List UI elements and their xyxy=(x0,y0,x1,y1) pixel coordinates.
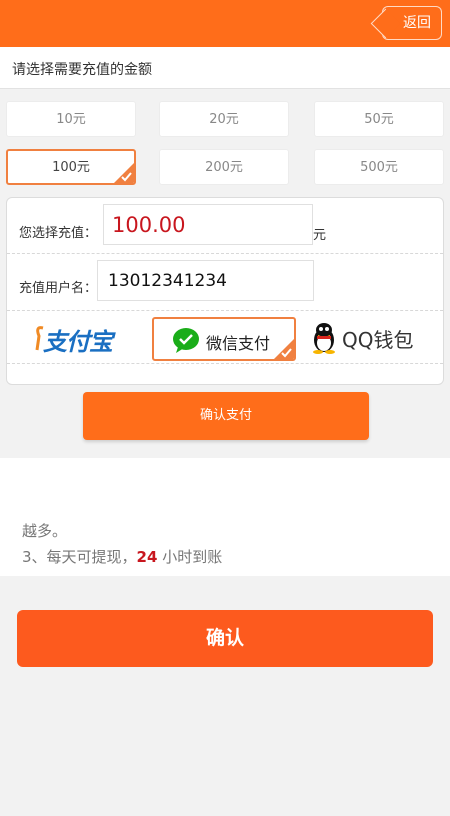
qq-wallet-option[interactable]: QQ钱包 xyxy=(305,316,437,360)
amount-option-label: 500元 xyxy=(360,160,398,175)
info-text-line: 3、每天可提现，24 小时到账 xyxy=(22,546,222,567)
amount-option-50[interactable]: 50元 xyxy=(314,101,444,137)
amount-field[interactable]: 100.00 xyxy=(103,204,313,245)
info-highlight-number: 24 xyxy=(136,548,158,566)
confirm-payment-button[interactable]: 确认支付 xyxy=(83,392,369,440)
divider xyxy=(7,253,443,254)
divider xyxy=(7,363,443,364)
confirm-button[interactable]: 确认 xyxy=(17,610,433,667)
amount-option-10[interactable]: 10元 xyxy=(6,101,136,137)
amount-option-label: 100元 xyxy=(52,160,90,175)
wechat-pay-option[interactable]: 微信支付 xyxy=(152,317,296,361)
user-label: 充值用户名： xyxy=(19,281,98,296)
top-bar: 返回 xyxy=(0,0,450,47)
qq-penguin-icon xyxy=(313,323,335,354)
amount-unit: 元 xyxy=(313,228,327,243)
amount-option-200[interactable]: 200元 xyxy=(159,149,289,185)
amount-option-100[interactable]: 100元 xyxy=(6,149,136,185)
back-button[interactable]: 返回 xyxy=(382,6,442,40)
info-panel: 越多。 3、每天可提现，24 小时到账 xyxy=(0,458,450,576)
amount-options: 10元 20元 50元 100元 200元 500元 xyxy=(0,89,450,199)
alipay-label: 支付宝 xyxy=(43,328,113,356)
amount-option-label: 50元 xyxy=(364,112,394,127)
info-text-line: 越多。 xyxy=(22,522,68,540)
amount-option-500[interactable]: 500元 xyxy=(314,149,444,185)
amount-section-title: 请选择需要充值的金额 xyxy=(0,47,450,89)
amount-option-20[interactable]: 20元 xyxy=(159,101,289,137)
username-field[interactable]: 13012341234 xyxy=(97,260,314,301)
wechat-icon xyxy=(173,328,199,353)
check-icon xyxy=(274,339,294,359)
amount-option-label: 20元 xyxy=(209,112,239,127)
recharge-form: 您选择充值： 100.00 元 充值用户名： 13012341234 支付宝 微… xyxy=(6,197,444,385)
amount-option-label: 10元 xyxy=(56,112,86,127)
back-button-label: 返回 xyxy=(403,15,431,31)
amount-option-label: 200元 xyxy=(205,160,243,175)
alipay-option[interactable]: 支付宝 xyxy=(13,316,151,360)
info-text-suffix: 小时到账 xyxy=(157,548,223,566)
divider xyxy=(7,310,443,311)
wechat-pay-label: 微信支付 xyxy=(206,334,271,353)
check-icon xyxy=(114,163,134,183)
qq-wallet-label: QQ钱包 xyxy=(342,328,414,352)
amount-label: 您选择充值： xyxy=(19,226,98,241)
info-text-prefix: 3、每天可提现， xyxy=(22,548,137,566)
